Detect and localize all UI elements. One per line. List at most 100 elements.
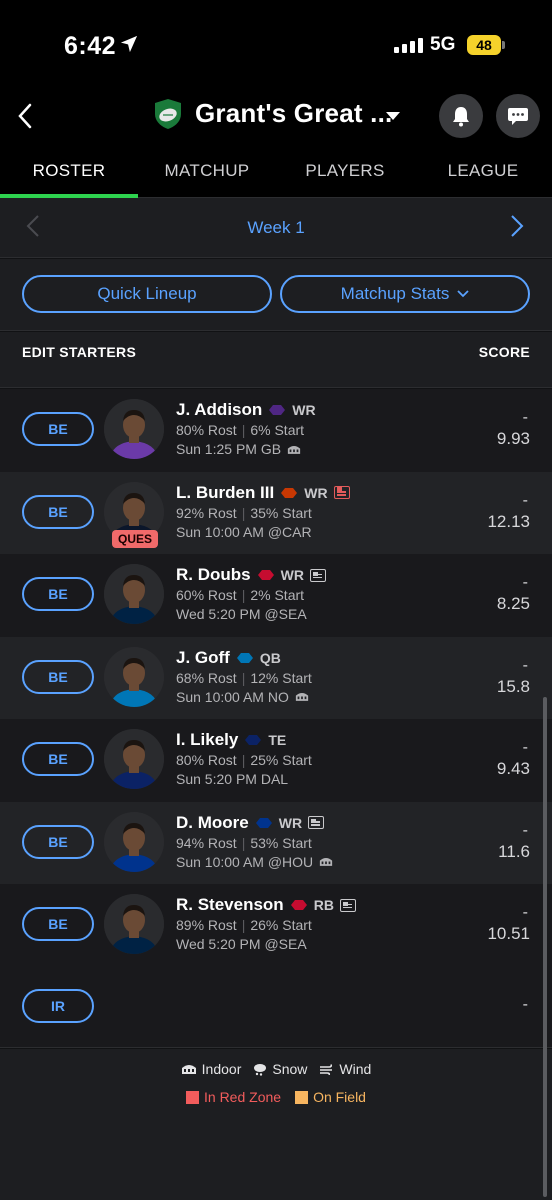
player-avatar[interactable] [104, 564, 164, 624]
separator: | [241, 669, 246, 686]
player-name[interactable]: I. Likely [176, 730, 238, 750]
started-pct: 2% Start [250, 587, 305, 603]
player-position: WR [292, 402, 316, 418]
rostered-pct: 94% Rost [176, 834, 237, 851]
player-avatar[interactable] [104, 811, 164, 872]
legend-snow-label: Snow [272, 1061, 308, 1077]
score-header: SCORE [478, 344, 530, 360]
bench-slot-button[interactable]: BE [22, 494, 94, 529]
chevron-down-icon [457, 290, 469, 298]
legend-red-zone-label: In Red Zone [204, 1089, 282, 1105]
started-pct: 12% Start [250, 669, 312, 686]
tab-league[interactable]: LEAGUE [414, 150, 552, 197]
rostered-pct: 68% Rost [176, 669, 237, 686]
wind-icon [320, 1064, 333, 1075]
player-photo [104, 399, 164, 459]
separator: | [241, 422, 246, 438]
divider [0, 372, 552, 388]
player-name[interactable]: D. Moore [176, 813, 249, 833]
legend-red-zone: In Red Zone [186, 1089, 281, 1105]
ownership-line: 60% Rost | 2% Start [176, 587, 304, 603]
player-avatar[interactable] [104, 399, 164, 459]
player-name[interactable]: R. Stevenson [176, 895, 284, 915]
edit-starters-label[interactable]: EDIT STARTERS [22, 344, 136, 360]
separator: | [241, 587, 246, 603]
news-icon[interactable] [333, 486, 350, 499]
player-name[interactable]: J. Goff [176, 648, 230, 668]
player-row[interactable]: BE I. Likely TE 80% Rost | 25% Start Sun 5… [0, 719, 552, 802]
player-score: 8.25 [496, 594, 530, 613]
player-avatar[interactable] [104, 729, 164, 789]
tab-matchup[interactable]: MATCHUP [138, 150, 276, 197]
tab-roster[interactable]: ROSTER [0, 150, 138, 198]
app-header: Grant's Great ... [0, 90, 552, 150]
player-position: WR [278, 814, 303, 831]
projected-dash: - [522, 821, 528, 839]
ownership-line: 68% Rost | 12% Start [176, 670, 312, 686]
game-info: Sun 10:00 AM @HOU [176, 854, 333, 870]
bench-slot-button[interactable]: BE [22, 412, 94, 446]
chevron-right-icon[interactable] [510, 214, 524, 238]
player-avatar[interactable] [104, 646, 164, 707]
player-row[interactable]: BE D. Moore WR 94% Rost | 53% Start Sun 10… [0, 801, 552, 884]
ownership-line: 94% Rost | 53% Start [176, 835, 312, 851]
projected-dash: - [522, 904, 528, 921]
matchup-stats-button[interactable]: Matchup Stats [280, 275, 530, 313]
game-info: Wed 5:20 PM @SEA [176, 606, 307, 622]
player-score: 9.93 [496, 429, 530, 448]
player-list: BE J. Addison WR 80% Rost | 6% Start Sun 1… [0, 389, 552, 967]
status-bar: 6:42 5G 48 [0, 0, 552, 90]
bench-slot-button[interactable]: BE [22, 907, 94, 941]
news-icon[interactable] [309, 568, 326, 582]
player-row[interactable]: BE J. Goff QB 68% Rost | 12% Start Sun 10:… [0, 636, 552, 719]
player-row[interactable]: BE R. Stevenson RB 89% Rost | 26% Start We… [0, 884, 552, 967]
week-label[interactable]: Week 1 [0, 218, 552, 238]
legend-indoor-label: Indoor [201, 1061, 242, 1077]
week-selector: Week 1 [0, 198, 552, 258]
player-row[interactable]: BE QUES L. Burden III WR 92% Rost | 35% St… [0, 471, 552, 554]
tab-players[interactable]: PLAYERS [276, 150, 414, 197]
projected-dash: - [522, 491, 528, 509]
snow-icon [254, 1063, 267, 1076]
chat-icon [508, 108, 528, 125]
player-name[interactable]: L. Burden III [176, 483, 274, 503]
legend-wind-label: Wind [339, 1061, 372, 1077]
team-logo-icon [290, 900, 307, 910]
player-position: RB [313, 897, 334, 913]
legend: Indoor Snow Wind In Red Zone On Field [0, 1049, 552, 1200]
nav-tabs: ROSTER MATCHUP PLAYERS LEAGUE [0, 150, 552, 198]
player-row[interactable]: BE R. Doubs WR 60% Rost | 2% Start Wed 5:2… [0, 554, 552, 637]
player-row[interactable]: BE J. Addison WR 80% Rost | 6% Start Sun 1… [0, 389, 552, 472]
bench-slot-button[interactable]: BE [22, 824, 94, 859]
back-icon[interactable] [14, 102, 38, 130]
ir-score: - [522, 996, 528, 1013]
bench-slot-button[interactable]: BE [22, 742, 94, 776]
bench-slot-button[interactable]: BE [22, 659, 94, 694]
scrollbar[interactable] [543, 697, 547, 1197]
chevron-down-icon[interactable] [386, 112, 400, 120]
stadium-icon [181, 1065, 196, 1074]
ownership-line: 80% Rost | 6% Start [176, 422, 304, 438]
ir-slot-button[interactable]: IR [22, 989, 94, 1023]
game-time-opponent: Sun 10:00 AM @HOU [176, 853, 314, 870]
player-photo [104, 894, 164, 954]
started-pct: 6% Start [250, 422, 305, 438]
legend-snow: Snow [253, 1061, 307, 1077]
rostered-pct: 80% Rost [176, 422, 237, 438]
location-arrow-icon [120, 35, 138, 53]
separator: | [241, 917, 246, 933]
player-name-line: L. Burden III WR [176, 483, 350, 503]
news-icon[interactable] [339, 898, 356, 912]
bench-slot-button[interactable]: BE [22, 577, 94, 611]
starters-header: EDIT STARTERS SCORE [0, 332, 552, 372]
bell-icon [453, 107, 469, 127]
quick-lineup-button[interactable]: Quick Lineup [22, 275, 272, 313]
league-title[interactable]: Grant's Great ... [195, 98, 392, 129]
player-name[interactable]: J. Addison [176, 400, 262, 420]
news-icon[interactable] [308, 816, 325, 829]
player-avatar[interactable] [104, 894, 164, 954]
player-position: TE [268, 732, 287, 748]
notifications-button[interactable] [439, 94, 483, 138]
chat-button[interactable] [496, 94, 540, 138]
player-name[interactable]: R. Doubs [176, 565, 251, 585]
